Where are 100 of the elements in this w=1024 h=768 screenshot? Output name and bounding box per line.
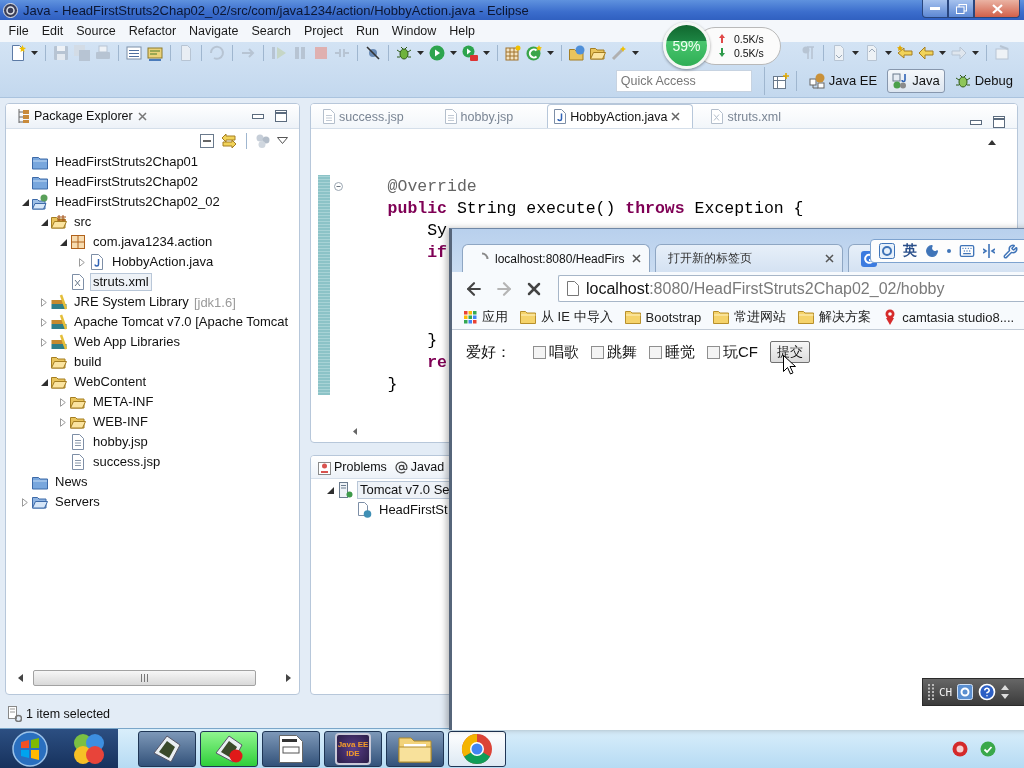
tree-item[interactable]: JRE System Library [71, 293, 192, 311]
checkbox[interactable] [591, 345, 604, 359]
menu-item[interactable]: Search [244, 24, 298, 38]
tree-item[interactable]: com.java1234.action [90, 233, 216, 251]
address-field[interactable]: localhost:8080/HeadFirstStruts2Chap02_02/hobby [558, 275, 1024, 302]
menu-item[interactable]: Refactor [122, 24, 183, 38]
split-arrows-icon[interactable] [983, 244, 995, 258]
close-icon[interactable] [137, 111, 147, 121]
collapse-arrow-icon[interactable] [21, 198, 29, 206]
bookmark[interactable]: Bootstrap [624, 309, 702, 325]
bug-icon[interactable] [396, 45, 412, 61]
tree-item[interactable]: build [71, 353, 105, 371]
checkbox[interactable] [707, 345, 720, 359]
collapse-arrow-icon[interactable] [326, 486, 334, 494]
scroll-left-arrow-icon[interactable] [18, 674, 23, 682]
tree-item[interactable]: HeadFirstStruts2Chap02 [52, 173, 202, 191]
collapse-icon[interactable] [334, 181, 343, 191]
taskbar-button[interactable] [448, 730, 506, 767]
caret-icon[interactable] [547, 51, 554, 55]
taskbar-button[interactable] [200, 730, 258, 767]
bug-icon[interactable] [954, 72, 971, 89]
collapse-arrow-icon[interactable] [40, 218, 48, 226]
wrench-icon[interactable] [1003, 243, 1018, 259]
new-class-icon[interactable] [526, 45, 542, 61]
menu-item[interactable]: Navigate [182, 24, 245, 38]
caret-icon[interactable] [972, 51, 979, 55]
folder-icon[interactable] [713, 310, 730, 324]
bookmark[interactable]: 解决方案 [798, 308, 872, 326]
menu-item[interactable]: Run [349, 24, 386, 38]
perspective-button[interactable]: Debug [949, 68, 1018, 93]
tray-record-icon[interactable] [952, 740, 968, 757]
taskbar-button[interactable] [138, 730, 196, 767]
close-icon[interactable] [825, 254, 834, 263]
skip-breakpoints-icon[interactable] [365, 45, 381, 61]
menu-item[interactable]: File [2, 24, 36, 38]
scroll-right-arrow-icon[interactable] [286, 674, 291, 682]
tree-item[interactable]: success.jsp [90, 453, 164, 471]
menu-item[interactable]: Project [297, 24, 350, 38]
view-menu-icon[interactable] [277, 137, 288, 144]
apps-grid-icon[interactable] [464, 310, 477, 324]
menu-item[interactable]: Source [69, 24, 123, 38]
check-circle-icon[interactable] [980, 740, 996, 757]
language-label[interactable]: CH [939, 685, 953, 699]
expand-arrow-icon[interactable] [41, 317, 47, 327]
caret-icon[interactable] [483, 51, 490, 55]
maximize-icon[interactable] [275, 110, 287, 122]
caret-icon[interactable] [632, 51, 639, 55]
caret-icon[interactable] [939, 51, 946, 55]
menu-item[interactable]: Help [442, 24, 482, 38]
collapse-arrow-icon[interactable] [40, 378, 48, 386]
folder-icon[interactable] [590, 45, 606, 61]
new-file-icon[interactable] [10, 45, 26, 61]
minimize-icon[interactable] [252, 113, 264, 119]
editor-tab[interactable]: struts.xml [704, 104, 804, 128]
view-tab[interactable]: Javad [390, 456, 445, 478]
grip-icon[interactable] [141, 674, 148, 682]
menu-item[interactable]: Edit [35, 24, 70, 38]
expand-arrow-icon[interactable] [22, 497, 28, 507]
caret-icon[interactable] [31, 51, 38, 55]
external-tools-icon[interactable] [462, 45, 478, 61]
keyboard-icon[interactable] [959, 243, 975, 259]
package-explorer-icon[interactable] [17, 109, 29, 123]
start-button[interactable] [0, 728, 59, 768]
launcher-button[interactable] [59, 728, 118, 768]
last-edit-icon[interactable] [897, 45, 913, 61]
perspective-button[interactable]: Java [887, 68, 945, 93]
taskbar-button[interactable] [386, 730, 444, 767]
taskbar-button[interactable] [262, 730, 320, 767]
input-logo-icon[interactable] [879, 243, 895, 259]
editor-tab[interactable]: HobbyAction.java [547, 104, 694, 128]
caret-icon[interactable] [450, 51, 457, 55]
tree-item[interactable]: HeadFirstStruts2Chap02_02 [52, 193, 223, 211]
help-icon[interactable] [978, 683, 997, 701]
tree-item[interactable]: struts.xml [90, 273, 152, 291]
submit-button[interactable]: 提交 [770, 341, 810, 363]
input-mode-label[interactable]: 英 [903, 242, 917, 260]
tree-item[interactable]: News [52, 473, 91, 491]
table-icon[interactable] [505, 45, 521, 61]
java-perspective-icon[interactable] [892, 72, 909, 89]
close-icon[interactable] [632, 254, 641, 263]
bookmark[interactable]: 应用 [464, 308, 508, 326]
view-tab[interactable]: Problems [314, 456, 391, 478]
tree-item[interactable]: WebContent [71, 373, 150, 391]
bookmark[interactable]: 常进网站 [713, 308, 787, 326]
problems-icon[interactable] [318, 459, 331, 475]
taskbar-button[interactable]: Java EE IDE [324, 730, 382, 767]
java-file-icon[interactable] [554, 109, 567, 124]
tree-item[interactable]: src [71, 213, 95, 231]
restore-button[interactable] [948, 0, 974, 18]
expand-arrow-icon[interactable] [79, 257, 85, 267]
tree-item[interactable]: WEB-INF [90, 413, 151, 431]
expand-arrow-icon[interactable] [41, 337, 47, 347]
folder-icon[interactable] [624, 310, 641, 324]
caret-icon[interactable] [417, 51, 424, 55]
page-icon[interactable] [567, 281, 579, 296]
minimize-icon[interactable] [970, 119, 982, 125]
perspective-button[interactable]: Java EE [803, 68, 883, 93]
folder-icon[interactable] [520, 310, 536, 324]
tree-item[interactable]: Servers [52, 493, 103, 511]
tree-item[interactable]: Web App Libraries [71, 333, 183, 351]
